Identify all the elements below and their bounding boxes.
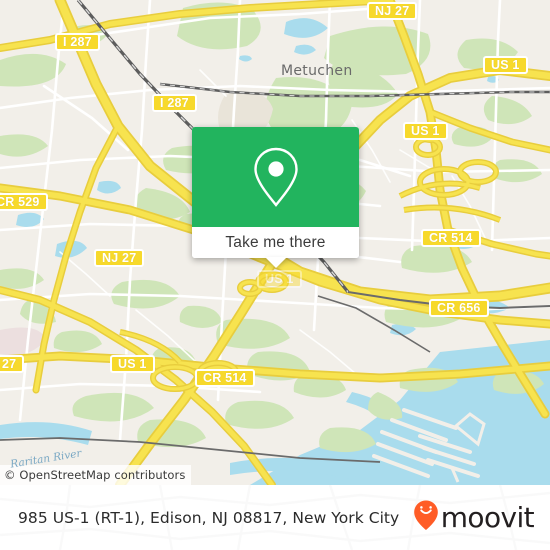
card-icon-area	[192, 127, 359, 227]
map-pin-icon	[250, 145, 302, 209]
moovit-smiley-pin-icon	[413, 499, 439, 536]
moovit-logo[interactable]: moovit	[413, 499, 535, 536]
road-shield-us-1[interactable]: US 1	[403, 122, 448, 140]
address-label: 985 US-1 (RT-1), Edison, NJ 08817, New Y…	[18, 508, 400, 527]
road-shield-us-1[interactable]: US 1	[257, 270, 302, 288]
road-shield-us-1[interactable]: US 1	[483, 56, 528, 74]
road-shield-cr-514[interactable]: CR 514	[421, 229, 481, 247]
road-shield-nj-27[interactable]: NJ 27	[367, 2, 418, 20]
road-shield-27[interactable]: 27	[0, 355, 25, 373]
map-viewport[interactable]: Metuchen Raritan River NJ 27 I 287 US 1 …	[0, 0, 550, 485]
footer-bar: 985 US-1 (RT-1), Edison, NJ 08817, New Y…	[0, 485, 550, 550]
road-shield-nj-27[interactable]: NJ 27	[94, 249, 145, 267]
moovit-wordmark: moovit	[440, 500, 535, 534]
callout-tail	[264, 257, 287, 268]
osm-attribution[interactable]: © OpenStreetMap contributors	[0, 465, 192, 485]
take-me-there-button[interactable]: Take me there	[192, 227, 359, 258]
take-me-there-card[interactable]: Take me there	[192, 127, 359, 268]
moovit-map-screenshot: Metuchen Raritan River NJ 27 I 287 US 1 …	[0, 0, 550, 550]
road-shield-i-287[interactable]: I 287	[152, 94, 197, 112]
road-shield-cr-656[interactable]: CR 656	[429, 299, 489, 317]
road-shield-i-287[interactable]: I 287	[55, 33, 100, 51]
place-label-metuchen: Metuchen	[281, 63, 353, 79]
road-shield-us-1[interactable]: US 1	[110, 355, 155, 373]
road-shield-cr-529[interactable]: CR 529	[0, 193, 48, 211]
road-shield-cr-514[interactable]: CR 514	[195, 369, 255, 387]
